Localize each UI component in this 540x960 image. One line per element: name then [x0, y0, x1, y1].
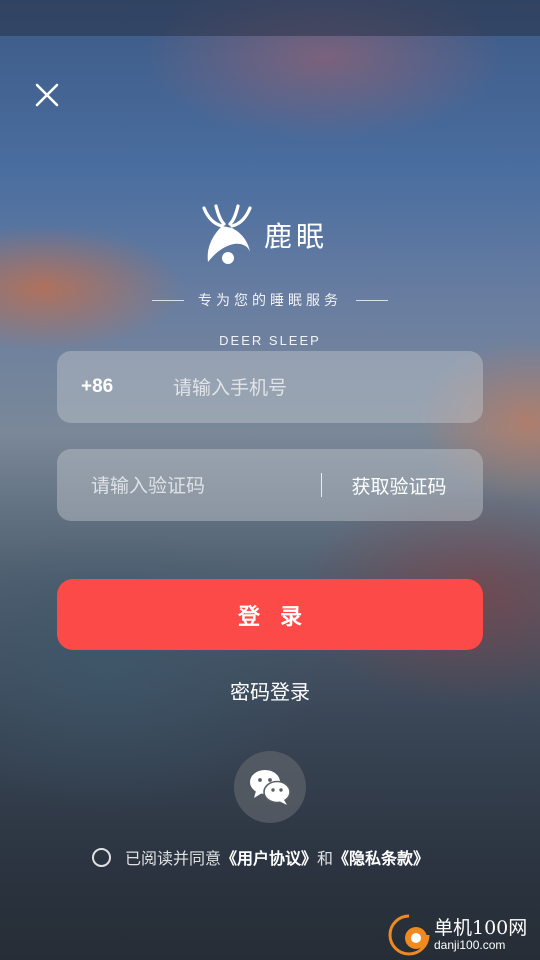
country-code[interactable]: +86 — [81, 351, 113, 423]
app-name: 鹿眠 — [264, 220, 329, 253]
watermark: 单机100网 danji100.com — [386, 912, 536, 958]
deer-logo-icon — [202, 204, 252, 264]
password-login-link[interactable]: 密码登录 — [0, 676, 540, 705]
slogan-text: 专为您的睡眠服务 — [198, 293, 342, 309]
user-agreement-link[interactable]: 《用户协议》 — [221, 845, 317, 869]
verification-code-input[interactable] — [89, 449, 323, 523]
agreement-joiner: 和 — [317, 849, 334, 868]
slogan: 专为您的睡眠服务 — [0, 290, 540, 310]
wechat-login-button[interactable] — [234, 751, 306, 823]
agreement-prefix: 已阅读并同意 — [125, 849, 222, 868]
wechat-icon — [250, 770, 291, 805]
phone-field: +86 — [57, 351, 483, 425]
agreement-row: 已阅读并同意 《用户协议》 和 《隐私条款》 — [92, 845, 429, 869]
app-logo: 鹿眠 — [198, 200, 348, 270]
close-button[interactable] — [28, 76, 66, 114]
agreement-radio[interactable] — [92, 847, 111, 867]
slogan-english: DEER SLEEP — [219, 333, 321, 348]
close-icon — [35, 83, 59, 107]
login-button[interactable]: 登录 — [57, 579, 483, 650]
phone-input[interactable] — [171, 351, 465, 425]
status-bar — [0, 0, 540, 36]
watermark-url: danji100.com — [434, 937, 506, 952]
slogan-left-line — [152, 299, 184, 301]
verification-code-field: 获取验证码 — [57, 449, 483, 523]
watermark-logo-icon — [388, 914, 430, 956]
get-code-button[interactable]: 获取验证码 — [333, 449, 465, 521]
field-divider — [321, 473, 322, 497]
watermark-text: 单机100网 — [434, 916, 528, 939]
slogan-right-line — [356, 299, 388, 301]
privacy-policy-link[interactable]: 《隐私条款》 — [333, 845, 429, 869]
